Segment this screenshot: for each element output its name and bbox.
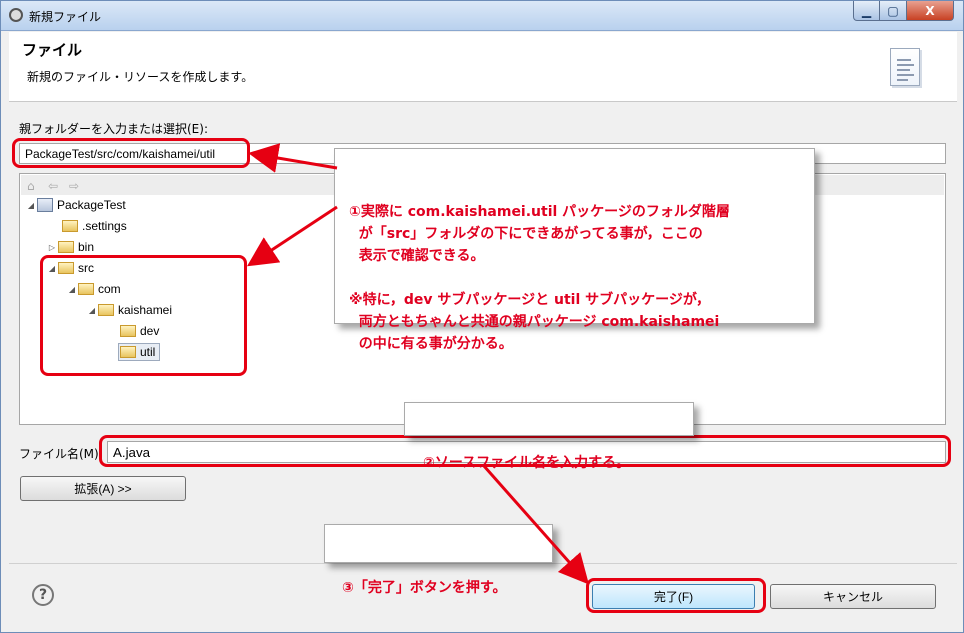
folder-path-highlight [12, 138, 250, 168]
callout-enter-file-name-text: ②ソースファイル名を入力する。 [423, 455, 631, 471]
callout-click-finish: ③「完了」ボタンを押す。 [324, 524, 553, 596]
file-name-label: ファイル名(M): [19, 447, 103, 461]
cancel-button[interactable]: キャンセル [770, 584, 936, 609]
finish-button-highlight [586, 578, 766, 613]
page-description: 新規のファイル・リソースを作成します。 [27, 70, 254, 84]
minimize-button[interactable]: ▁ [853, 1, 880, 21]
advanced-button[interactable]: 拡張(A) >> [20, 476, 186, 501]
tree-node-bin[interactable]: ▷ bin [46, 238, 94, 256]
parent-folder-label: 親フォルダーを入力または選択(E): [19, 122, 208, 136]
folder-icon [62, 220, 78, 232]
expanded-icon[interactable]: ◢ [25, 201, 37, 210]
eclipse-icon [9, 8, 23, 22]
back-icon[interactable]: ⇦ [48, 179, 58, 193]
window-title: 新規ファイル [29, 10, 102, 24]
wizard-header: ファイル 新規のファイル・リソースを作成します。 [9, 32, 957, 102]
callout-click-finish-text: ③「完了」ボタンを押す。 [342, 580, 507, 596]
folder-icon [58, 241, 74, 253]
home-icon[interactable]: ⌂ [27, 179, 35, 193]
maximize-button[interactable]: ▢ [879, 1, 907, 21]
callout-folder-hierarchy: ①実際に com.kaishamei.util パッケージのフォルダ階層 が「s… [334, 148, 815, 352]
close-button[interactable]: X [906, 1, 954, 21]
page-title: ファイル [22, 41, 83, 59]
collapsed-icon[interactable]: ▷ [46, 243, 58, 252]
src-tree-highlight [40, 255, 247, 376]
project-icon [37, 198, 53, 212]
tree-node-settings[interactable]: .settings [62, 217, 127, 235]
forward-icon[interactable]: ⇨ [69, 179, 79, 193]
title-bar[interactable]: 新規ファイル ▁ ▢ X [1, 1, 963, 31]
tree-node-packagetest[interactable]: ◢ PackageTest [25, 196, 126, 214]
callout-enter-file-name: ②ソースファイル名を入力する。 [404, 402, 694, 471]
help-icon[interactable]: ? [32, 584, 54, 606]
document-icon [890, 48, 920, 86]
callout-folder-hierarchy-text: ①実際に com.kaishamei.util パッケージのフォルダ階層 が「s… [349, 204, 730, 352]
